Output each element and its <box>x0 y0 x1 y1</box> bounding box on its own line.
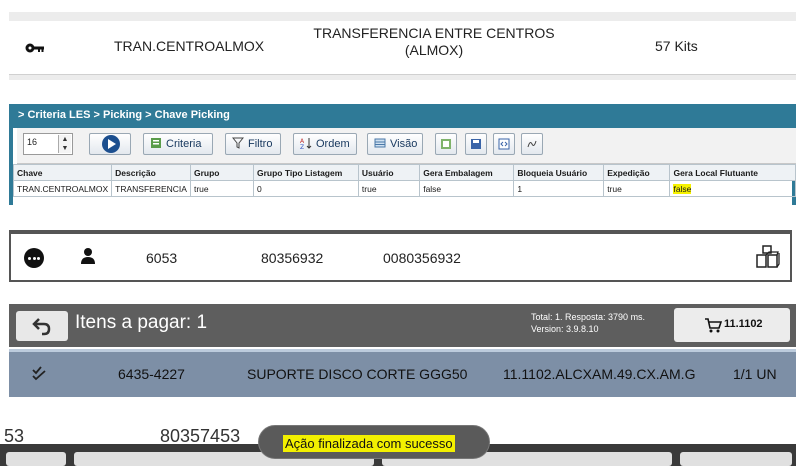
boxes-icon[interactable] <box>754 244 780 270</box>
column-header[interactable]: Bloqueia Usuário <box>513 164 605 181</box>
undo-arrow-icon <box>32 318 51 336</box>
breadcrumb-text: > Criteria LES > Picking > Chave Picking <box>18 109 230 121</box>
column-header[interactable]: Usuário <box>357 164 421 181</box>
filter-icon <box>232 137 244 149</box>
save-button[interactable] <box>465 133 487 155</box>
table-cell: true <box>189 180 254 197</box>
table-cell: true <box>357 180 421 197</box>
column-header[interactable]: Expedição <box>603 164 671 181</box>
itens-pagar-header: Itens a pagar: 1 Total: 1. Resposta: 379… <box>9 304 796 347</box>
column-header[interactable]: Grupo <box>189 164 254 181</box>
key-icon <box>25 43 44 53</box>
grid-view-icon <box>374 138 386 148</box>
play-icon <box>102 135 120 153</box>
picking-documento: 0080356932 <box>383 250 461 266</box>
table-cell: TRANSFERENCIA <box>111 180 191 197</box>
les-toolbar: 16 ▲ ▼ Criteria Filtro A Z Ordem Visão <box>17 128 796 164</box>
script-icon <box>527 140 537 148</box>
user-icon <box>81 248 95 264</box>
export-icon <box>441 139 451 149</box>
table-cell: 0 <box>252 180 359 197</box>
highlighted-value: false <box>673 183 692 194</box>
run-button[interactable] <box>89 133 131 155</box>
page-title: Itens a pagar: 1 <box>75 312 208 333</box>
cart-icon <box>705 318 722 333</box>
kit-chave: TRAN.CENTROALMOX <box>114 38 265 54</box>
export-button[interactable] <box>435 133 457 155</box>
table-cell: false <box>419 180 515 197</box>
item-local: 11.1102.ALCXAM.49.CX.AM.G <box>503 366 696 382</box>
table-cell: TRAN.CENTROALMOX <box>12 180 113 197</box>
visao-label: Visão <box>390 138 418 150</box>
filtro-button[interactable]: Filtro <box>225 133 281 155</box>
kit-row[interactable]: TRAN.CENTROALMOX TRANSFERENCIA ENTRE CEN… <box>9 21 796 75</box>
code-button[interactable] <box>493 133 515 155</box>
criteria-icon <box>151 138 161 148</box>
response-info: Total: 1. Resposta: 3790 ms. Version: 3.… <box>531 311 645 335</box>
double-check-icon <box>32 366 46 381</box>
total-text: Total: 1. Resposta: 3790 ms. <box>531 312 646 322</box>
breadcrumb: > Criteria LES > Picking > Chave Picking <box>9 104 796 128</box>
sort-az-icon: AZ <box>300 138 312 149</box>
picking-row[interactable]: 6053 80356932 0080356932 <box>9 230 792 282</box>
table-header-row: Chave Descrição Grupo Grupo Tipo Listage… <box>12 164 796 181</box>
table-cell: true <box>603 180 671 197</box>
cart-label: 11.1102 <box>724 318 763 330</box>
criteria-button[interactable]: Criteria <box>143 133 213 155</box>
item-descricao: SUPORTE DISCO CORTE GGG50 <box>247 366 468 382</box>
chave-picking-table: Chave Descrição Grupo Grupo Tipo Listage… <box>12 164 796 197</box>
item-codigo: 6435-4227 <box>118 366 185 382</box>
column-header[interactable]: Grupo Tipo Listagem <box>252 164 359 181</box>
bottom-button[interactable] <box>680 452 792 466</box>
kit-quantidade: 57 Kits <box>655 38 698 54</box>
column-header[interactable]: Gera Embalagem <box>419 164 515 181</box>
column-header[interactable]: Chave <box>12 164 113 181</box>
kit-panel: TRAN.CENTROALMOX TRANSFERENCIA ENTRE CEN… <box>9 12 796 80</box>
more-options-icon[interactable] <box>24 248 44 268</box>
itens-pagar-panel: Itens a pagar: 1 Total: 1. Resposta: 379… <box>9 304 796 398</box>
table-row[interactable]: TRAN.CENTROALMOX TRANSFERENCIA true 0 tr… <box>12 180 796 197</box>
visao-button[interactable]: Visão <box>367 133 423 155</box>
page-size-value: 16 <box>27 137 38 147</box>
save-icon <box>471 139 481 149</box>
kit-descricao: TRANSFERENCIA ENTRE CENTROS (ALMOX) <box>313 25 555 58</box>
ordem-label: Ordem <box>316 138 350 150</box>
ordem-button[interactable]: A Z Ordem <box>293 133 357 155</box>
criteria-label: Criteria <box>166 138 202 150</box>
bottom-button[interactable] <box>6 452 66 466</box>
script-button[interactable] <box>521 133 543 155</box>
spinner-arrows-icon[interactable]: ▲ ▼ <box>58 135 71 153</box>
toast-message: Ação finalizada com sucesso <box>283 435 455 452</box>
svg-text:Z: Z <box>300 144 304 149</box>
cart-button[interactable]: 11.1102 <box>674 308 790 342</box>
code-icon <box>498 138 510 150</box>
item-quantidade: 1/1 UN <box>733 366 777 382</box>
filtro-label: Filtro <box>248 138 273 150</box>
les-panel: > Criteria LES > Picking > Chave Picking… <box>9 104 796 205</box>
back-button[interactable] <box>16 311 68 341</box>
page-size-spinner[interactable]: 16 ▲ ▼ <box>23 133 73 155</box>
column-header[interactable]: Descrição <box>111 164 191 181</box>
picking-codigo: 6053 <box>146 250 178 266</box>
success-toast: Ação finalizada com sucesso <box>258 425 490 459</box>
version-text: Version: 3.9.8.10 <box>531 324 599 334</box>
picking-numero: 80356932 <box>261 250 324 266</box>
column-header[interactable]: Gera Local Flutuante <box>669 164 796 181</box>
table-cell: 1 <box>513 180 605 197</box>
toast-panel: 53 80357453 Ação finalizada com sucesso <box>0 418 796 466</box>
table-cell: false <box>669 180 796 197</box>
list-item[interactable]: 6435-4227 SUPORTE DISCO CORTE GGG50 11.1… <box>9 349 796 397</box>
